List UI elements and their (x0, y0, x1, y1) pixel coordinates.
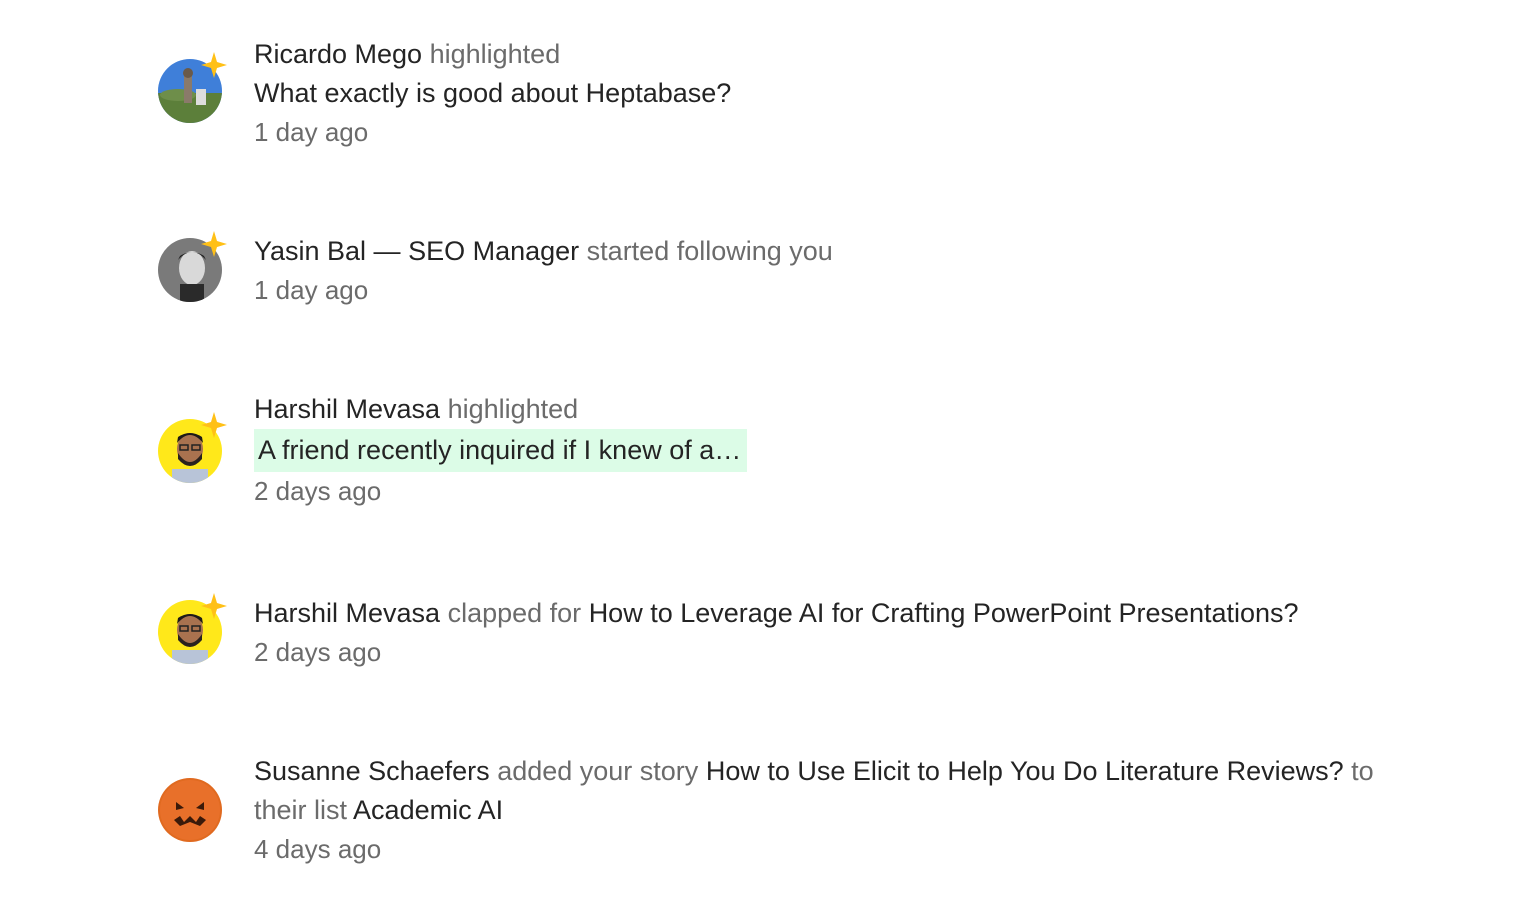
star-icon (200, 411, 228, 439)
actor-name[interactable]: Susanne Schaefers (254, 756, 490, 786)
actor-name[interactable]: Yasin Bal — SEO Manager (254, 236, 579, 266)
star-icon (200, 592, 228, 620)
highlight-excerpt[interactable]: A friend recently inquired if I knew of … (254, 429, 748, 472)
star-icon (200, 230, 228, 258)
avatar-image (158, 778, 222, 842)
list-name-link[interactable]: Academic AI (353, 795, 503, 825)
timestamp: 4 days ago (254, 834, 382, 864)
action-text: highlighted (429, 39, 561, 69)
avatar-harshil-mevasa[interactable] (158, 593, 227, 664)
action-text: added your story (497, 756, 699, 786)
notifications-feed: Ricardo Mego highlighted What exactly is… (0, 0, 1520, 914)
avatar-susanne-schaefers[interactable] (158, 778, 222, 842)
action-text: clapped for (447, 598, 582, 628)
actor-name[interactable]: Ricardo Mego (254, 39, 422, 69)
story-title-link[interactable]: How to Use Elicit to Help You Do Literat… (706, 756, 1344, 786)
timestamp: 2 days ago (254, 476, 382, 506)
actor-name[interactable]: Harshil Mevasa (254, 394, 440, 424)
timestamp: 1 day ago (254, 117, 369, 147)
highlight-text[interactable]: What exactly is good about Heptabase? (254, 78, 731, 108)
avatar-yasin-bal[interactable] (158, 231, 227, 302)
timestamp: 2 days ago (254, 637, 382, 667)
actor-name[interactable]: Harshil Mevasa (254, 598, 440, 628)
star-icon (200, 51, 228, 79)
story-title-link[interactable]: How to Leverage AI for Crafting PowerPoi… (589, 598, 1299, 628)
action-text: started following you (586, 236, 833, 266)
timestamp: 1 day ago (254, 275, 369, 305)
action-text: highlighted (447, 394, 579, 424)
avatar-harshil-mevasa[interactable] (158, 412, 227, 483)
avatar-ricardo-mego[interactable] (158, 52, 227, 123)
